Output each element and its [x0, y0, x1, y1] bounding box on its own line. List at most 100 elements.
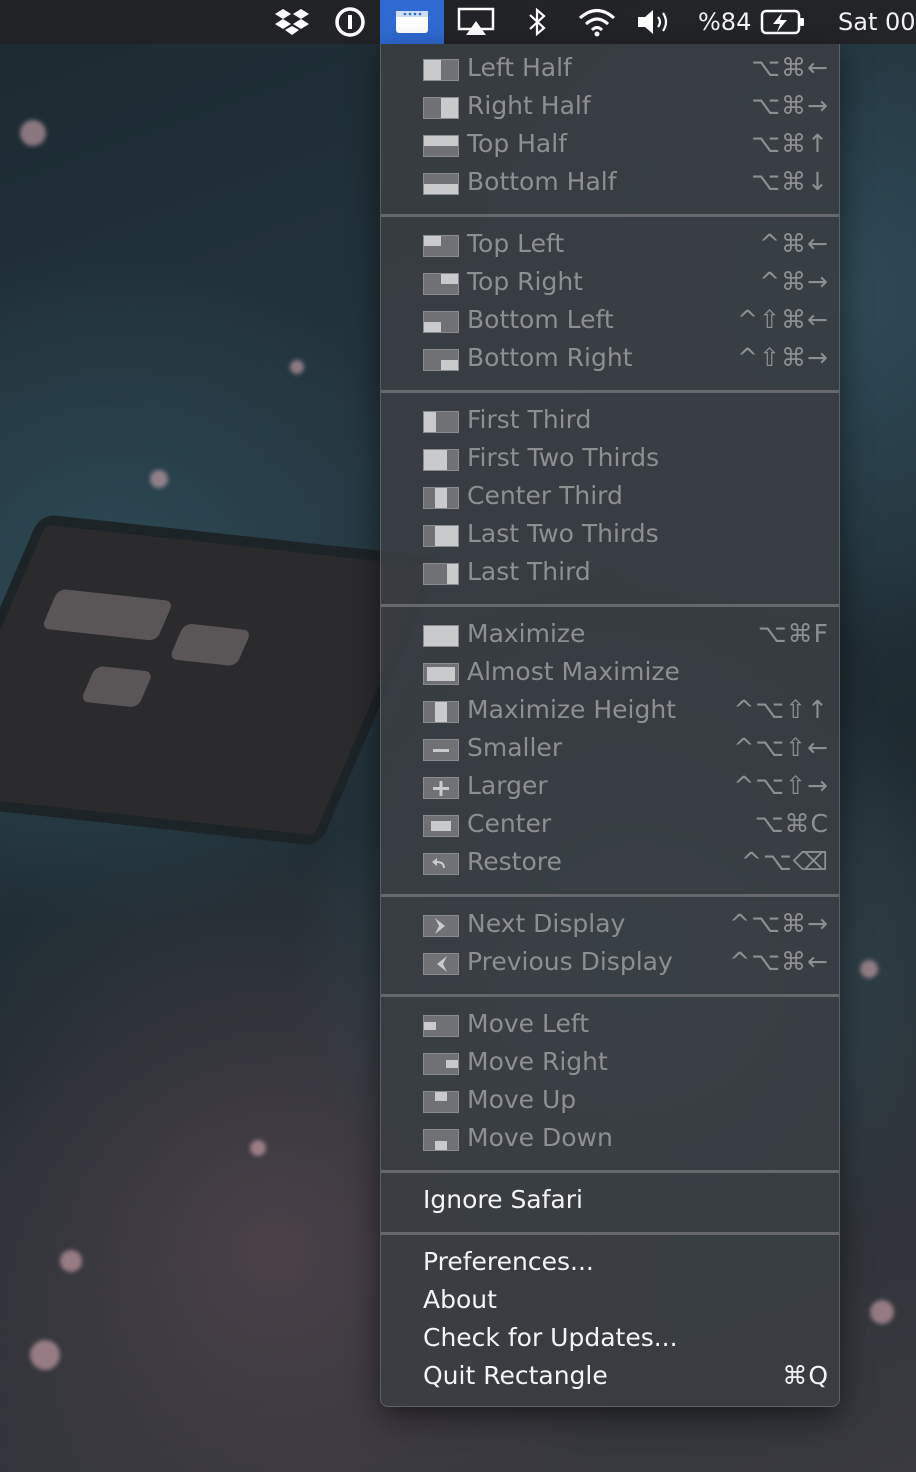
menu-item-label: Almost Maximize [467, 657, 680, 686]
smaller-icon [423, 738, 459, 761]
bottom-left-icon [423, 310, 459, 333]
menu-item-right-half[interactable]: Right Half ⌥⌘→ [381, 88, 839, 126]
menu-item-label: First Third [467, 405, 592, 434]
next-display-icon [423, 914, 459, 937]
menubar-clock[interactable]: Sat 00 [838, 0, 916, 44]
menu-item-label: Center Third [467, 481, 623, 510]
menu-item-check-for-updates[interactable]: Check for Updates... [381, 1320, 839, 1358]
menu-item-shortcut: ^⌥⌫ [740, 847, 829, 876]
move-left-icon [423, 1014, 459, 1037]
bottom-right-icon [423, 348, 459, 371]
menu-item-center-third[interactable]: Center Third [381, 478, 839, 516]
menu-item-shortcut: ^⌘← [759, 229, 829, 258]
maximize-height-icon [423, 700, 459, 723]
wifi-icon[interactable] [572, 0, 622, 44]
menu-item-label: First Two Thirds [467, 443, 660, 472]
menu-item-label: Move Left [467, 1009, 590, 1038]
move-down-icon [423, 1128, 459, 1151]
menu-item-maximize[interactable]: Maximize ⌥⌘F [381, 616, 839, 654]
menu-item-about[interactable]: About [381, 1282, 839, 1320]
menu-item-label: Bottom Half [467, 167, 617, 196]
menu-item-previous-display[interactable]: Previous Display ^⌥⌘← [381, 944, 839, 982]
menu-item-shortcut: ⌥⌘↑ [751, 129, 829, 158]
menu-item-label: Right Half [467, 91, 591, 120]
menu-item-shortcut: ^⌥⇧→ [733, 771, 829, 800]
menu-item-label: Top Half [467, 129, 567, 158]
bluetooth-icon[interactable] [518, 0, 556, 44]
menu-item-shortcut: ⌥⌘F [757, 619, 829, 648]
menu-item-shortcut: ^⇧⌘← [737, 305, 829, 334]
menu-bar: %84 Sat 00 [0, 0, 916, 44]
menu-item-label: Move Right [467, 1047, 608, 1076]
menu-separator [381, 214, 839, 217]
menu-item-shortcut: ⌘Q [782, 1361, 829, 1390]
menu-item-bottom-right[interactable]: Bottom Right ^⇧⌘→ [381, 340, 839, 378]
menu-item-left-half[interactable]: Left Half ⌥⌘← [381, 50, 839, 88]
maximize-icon [423, 624, 459, 647]
menu-item-label: Quit Rectangle [423, 1361, 608, 1390]
restore-icon [423, 852, 459, 875]
menu-item-label: Last Third [467, 557, 591, 586]
first-two-thirds-icon [423, 448, 459, 471]
menu-separator [381, 390, 839, 393]
menu-item-next-display[interactable]: Next Display ^⌥⌘→ [381, 906, 839, 944]
menu-item-label: Restore [467, 847, 562, 876]
menu-item-label: Bottom Left [467, 305, 614, 334]
last-two-thirds-icon [423, 524, 459, 547]
menu-item-label: Maximize Height [467, 695, 677, 724]
airplay-icon[interactable] [452, 0, 500, 44]
menu-item-label: Smaller [467, 733, 563, 762]
menu-item-maximize-height[interactable]: Maximize Height ^⌥⇧↑ [381, 692, 839, 730]
rectangle-menu: Left Half ⌥⌘← Right Half ⌥⌘→ Top Half ⌥⌘↑ Bott… [380, 44, 840, 1407]
menu-item-shortcut: ^⌘→ [759, 267, 829, 296]
dropbox-icon[interactable] [270, 0, 314, 44]
menu-item-center[interactable]: Center ⌥⌘C [381, 806, 839, 844]
menu-item-move-up[interactable]: Move Up [381, 1082, 839, 1120]
menu-item-restore[interactable]: Restore ^⌥⌫ [381, 844, 839, 882]
menu-item-label: Check for Updates... [423, 1323, 678, 1352]
menu-item-label: Maximize [467, 619, 586, 648]
previous-display-icon [423, 952, 459, 975]
menu-item-label: Left Half [467, 53, 572, 82]
menu-item-move-down[interactable]: Move Down [381, 1120, 839, 1158]
menu-item-shortcut: ⌥⌘C [754, 809, 829, 838]
menu-item-move-left[interactable]: Move Left [381, 1006, 839, 1044]
menu-item-first-two-thirds[interactable]: First Two Thirds [381, 440, 839, 478]
menu-item-shortcut: ^⌥⇧↑ [733, 695, 829, 724]
right-half-icon [423, 96, 459, 119]
rectangle-icon[interactable] [380, 0, 444, 44]
menu-item-larger[interactable]: Larger ^⌥⇧→ [381, 768, 839, 806]
volume-icon[interactable] [632, 0, 678, 44]
menu-item-almost-maximize[interactable]: Almost Maximize [381, 654, 839, 692]
menu-item-shortcut: ^⌥⌘→ [729, 909, 829, 938]
menu-item-label: Previous Display [467, 947, 673, 976]
menu-item-shortcut: ⌥⌘↓ [751, 167, 829, 196]
menu-item-preferences[interactable]: Preferences... [381, 1244, 839, 1282]
menu-item-bottom-half[interactable]: Bottom Half ⌥⌘↓ [381, 164, 839, 202]
menu-item-quit-rectangle[interactable]: Quit Rectangle ⌘Q [381, 1358, 839, 1396]
menu-item-top-half[interactable]: Top Half ⌥⌘↑ [381, 126, 839, 164]
menu-separator [381, 994, 839, 997]
menu-item-last-third[interactable]: Last Third [381, 554, 839, 592]
menu-item-label: Top Right [467, 267, 583, 296]
menu-item-label: Center [467, 809, 552, 838]
menu-item-first-third[interactable]: First Third [381, 402, 839, 440]
larger-icon [423, 776, 459, 799]
menu-item-top-right[interactable]: Top Right ^⌘→ [381, 264, 839, 302]
menu-item-move-right[interactable]: Move Right [381, 1044, 839, 1082]
menu-item-smaller[interactable]: Smaller ^⌥⇧← [381, 730, 839, 768]
menu-separator [381, 894, 839, 897]
menu-item-ignore-safari[interactable]: Ignore Safari [381, 1182, 839, 1220]
move-up-icon [423, 1090, 459, 1113]
menu-item-label: Bottom Right [467, 343, 633, 372]
top-left-icon [423, 234, 459, 257]
menu-item-shortcut: ⌥⌘← [751, 53, 829, 82]
menu-separator [381, 1232, 839, 1235]
center-third-icon [423, 486, 459, 509]
menu-item-top-left[interactable]: Top Left ^⌘← [381, 226, 839, 264]
menu-separator [381, 604, 839, 607]
menu-item-last-two-thirds[interactable]: Last Two Thirds [381, 516, 839, 554]
battery-charging-icon[interactable] [758, 0, 808, 44]
onepassword-icon[interactable] [328, 0, 372, 44]
menu-item-bottom-left[interactable]: Bottom Left ^⇧⌘← [381, 302, 839, 340]
